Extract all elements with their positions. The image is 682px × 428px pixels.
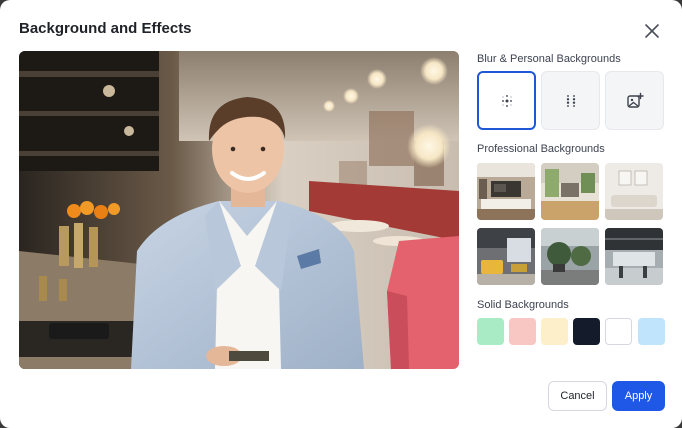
solid-bg-swatch[interactable] bbox=[477, 318, 504, 345]
pro-bg-yellow-lounge[interactable] bbox=[477, 228, 535, 285]
pro-bg-office-lobby[interactable] bbox=[541, 163, 599, 220]
dialog-title: Background and Effects bbox=[19, 20, 192, 37]
solid-bg-swatch[interactable] bbox=[605, 318, 632, 345]
blur-option[interactable] bbox=[541, 71, 600, 130]
solid-section-label: Solid Backgrounds bbox=[477, 299, 569, 311]
add-image-icon bbox=[626, 92, 644, 108]
preview-photo bbox=[19, 51, 459, 369]
professional-section-label: Professional Backgrounds bbox=[477, 143, 605, 155]
pro-bg-open-office[interactable] bbox=[605, 228, 663, 285]
slight-blur-icon bbox=[501, 94, 512, 107]
pro-bg-atrium-plants[interactable] bbox=[541, 228, 599, 285]
blur-icon bbox=[566, 94, 575, 107]
pro-bg-white-lounge[interactable] bbox=[605, 163, 663, 220]
slight-blur-option[interactable] bbox=[477, 71, 536, 130]
cancel-button[interactable]: Cancel bbox=[548, 381, 607, 411]
apply-button[interactable]: Apply bbox=[612, 381, 665, 411]
pro-bg-living-room[interactable] bbox=[477, 163, 535, 220]
solid-bg-swatch[interactable] bbox=[573, 318, 600, 345]
solid-bg-swatch[interactable] bbox=[509, 318, 536, 345]
camera-preview bbox=[19, 51, 459, 369]
upload-image-option[interactable] bbox=[605, 71, 664, 130]
background-effects-dialog: Background and Effects Blur & Personal B… bbox=[0, 0, 682, 428]
close-button[interactable] bbox=[640, 19, 664, 43]
solid-bg-swatch[interactable] bbox=[541, 318, 568, 345]
close-icon bbox=[645, 24, 659, 38]
solid-bg-swatch[interactable] bbox=[638, 318, 665, 345]
blur-section-label: Blur & Personal Backgrounds bbox=[477, 53, 621, 65]
